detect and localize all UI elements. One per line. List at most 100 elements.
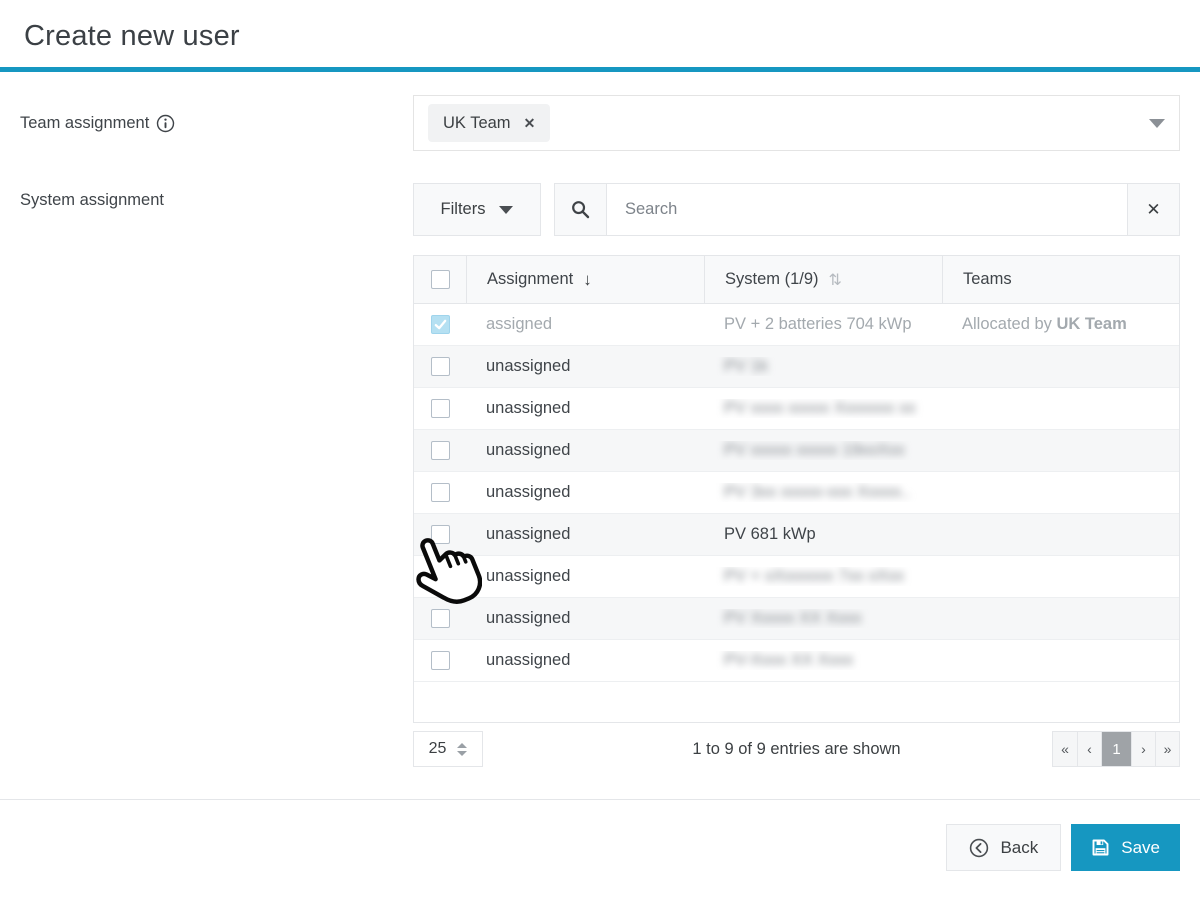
row-checkbox[interactable] xyxy=(431,315,450,334)
sort-both-icon: ⇅ xyxy=(829,270,842,290)
team-assignment-label: Team assignment xyxy=(0,114,413,133)
header-checkbox-cell xyxy=(414,256,466,303)
footer: Back Save xyxy=(0,800,1200,871)
assignment-cell: unassigned xyxy=(466,399,704,418)
team-chip: UK Team ✕ xyxy=(428,104,550,142)
caret-down-icon xyxy=(499,206,513,214)
back-button[interactable]: Back xyxy=(946,824,1061,871)
chip-remove-icon[interactable]: ✕ xyxy=(524,115,536,132)
table-header: Assignment ↓ System (1/9) ⇅ Teams xyxy=(414,256,1179,304)
table-body: assigned PV + 2 batteries 704 kWp Alloca… xyxy=(414,304,1179,682)
system-cell: PV 1k xyxy=(704,357,942,376)
table-row[interactable]: unassigned PV-Xxxx XX Xxxx xyxy=(414,640,1179,682)
system-cell: PV xxxxx xxxxx 19xxXxx xyxy=(704,441,942,460)
assignment-cell: unassigned xyxy=(466,357,704,376)
system-cell: PV 681 kWp xyxy=(704,525,942,544)
system-text: PV 1k xyxy=(724,357,768,375)
page-title: Create new user xyxy=(24,20,1176,53)
table-row[interactable]: unassigned PV xxxx xxxxx Xxxxxxx xx xyxy=(414,388,1179,430)
filters-button[interactable]: Filters xyxy=(413,183,541,236)
system-cell: PV Xxxxx XX Xxxx xyxy=(704,609,942,628)
table-row[interactable]: unassigned PV xxxxx xxxxx 19xxXxx xyxy=(414,430,1179,472)
table-toolbar: Filters ✕ xyxy=(413,183,1180,236)
system-text: PV Xxxxx XX Xxxx xyxy=(724,609,862,627)
next-page-button[interactable]: › xyxy=(1131,732,1155,766)
info-icon[interactable] xyxy=(156,114,175,133)
search-bar: ✕ xyxy=(554,183,1180,236)
pagination-bar: 25 1 to 9 of 9 entries are shown «‹1›» xyxy=(413,731,1180,767)
row-checkbox-cell xyxy=(414,399,466,418)
system-cell: PV xxxx xxxxx Xxxxxxx xx xyxy=(704,399,942,418)
row-checkbox[interactable] xyxy=(431,483,450,502)
system-text: PV + xXxxxxxx 7xx xXxx xyxy=(724,567,904,585)
system-text: PV 681 kWp xyxy=(724,525,816,543)
stepper-arrows-icon xyxy=(457,743,467,756)
row-checkbox[interactable] xyxy=(431,567,450,586)
assignment-cell: unassigned xyxy=(466,483,704,502)
assignment-cell: unassigned xyxy=(466,651,704,670)
teams-cell: Allocated by UK Team xyxy=(942,315,1179,334)
clear-search-icon[interactable]: ✕ xyxy=(1127,184,1179,235)
table-row[interactable]: unassigned PV Xxxxx XX Xxxx xyxy=(414,598,1179,640)
save-button[interactable]: Save xyxy=(1071,824,1180,871)
row-checkbox[interactable] xyxy=(431,441,450,460)
column-header-teams[interactable]: Teams xyxy=(942,256,1179,303)
system-assignment-label: System assignment xyxy=(0,183,413,767)
team-chip-label: UK Team xyxy=(443,114,511,133)
row-checkbox-cell xyxy=(414,483,466,502)
system-text: PV 3xx xxxxx-xxx Xxxxx.. xyxy=(724,483,910,501)
table-row[interactable]: unassigned PV + xXxxxxxx 7xx xXxx xyxy=(414,556,1179,598)
pagination-buttons: «‹1›» xyxy=(1052,731,1180,767)
assignment-cell: unassigned xyxy=(466,525,704,544)
system-cell: PV + xXxxxxxx 7xx xXxx xyxy=(704,567,942,586)
row-checkbox-cell xyxy=(414,567,466,586)
system-cell: PV-Xxxx XX Xxxx xyxy=(704,651,942,670)
create-user-form: Team assignment UK Team ✕ System assignm… xyxy=(0,72,1200,767)
column-header-assignment[interactable]: Assignment ↓ xyxy=(466,256,704,303)
last-page-button[interactable]: » xyxy=(1155,732,1179,766)
assignment-cell: unassigned xyxy=(466,441,704,460)
system-cell: PV 3xx xxxxx-xxx Xxxxx.. xyxy=(704,483,942,502)
page-size-select[interactable]: 25 xyxy=(413,731,483,767)
row-checkbox-cell xyxy=(414,357,466,376)
row-checkbox[interactable] xyxy=(431,609,450,628)
team-assignment-row: Team assignment UK Team ✕ xyxy=(0,95,1200,151)
page-header: Create new user xyxy=(0,0,1200,67)
systems-table: Assignment ↓ System (1/9) ⇅ Teams assign… xyxy=(413,255,1180,723)
table-row[interactable]: unassigned PV 681 kWp xyxy=(414,514,1179,556)
first-page-button[interactable]: « xyxy=(1053,732,1077,766)
row-checkbox[interactable] xyxy=(431,399,450,418)
chevron-down-icon[interactable] xyxy=(1149,119,1165,128)
system-text: PV + 2 batteries 704 kWp xyxy=(724,315,912,333)
row-checkbox[interactable] xyxy=(431,651,450,670)
sort-desc-icon: ↓ xyxy=(583,270,592,290)
team-select[interactable]: UK Team ✕ xyxy=(413,95,1180,151)
system-text: PV-Xxxx XX Xxxx xyxy=(724,651,853,669)
row-checkbox-cell xyxy=(414,315,466,334)
table-empty-space xyxy=(414,682,1179,722)
system-text: PV xxxx xxxxx Xxxxxxx xx xyxy=(724,399,916,417)
assignment-cell: unassigned xyxy=(466,609,704,628)
assignment-cell: unassigned xyxy=(466,567,704,586)
page-1-button[interactable]: 1 xyxy=(1101,732,1131,766)
search-input[interactable] xyxy=(607,184,1127,235)
row-checkbox-cell xyxy=(414,609,466,628)
column-header-system[interactable]: System (1/9) ⇅ xyxy=(704,256,942,303)
row-checkbox-cell xyxy=(414,441,466,460)
table-row[interactable]: unassigned PV 3xx xxxxx-xxx Xxxxx.. xyxy=(414,472,1179,514)
system-assignment-row: System assignment Filters ✕ xyxy=(0,183,1200,767)
save-disk-icon xyxy=(1091,838,1110,857)
system-text: PV xxxxx xxxxx 19xxXxx xyxy=(724,441,905,459)
search-icon xyxy=(555,184,607,235)
prev-page-button[interactable]: ‹ xyxy=(1077,732,1101,766)
back-circle-icon xyxy=(969,838,989,858)
row-checkbox-cell xyxy=(414,651,466,670)
assignment-cell: assigned xyxy=(466,315,704,334)
row-checkbox[interactable] xyxy=(431,525,450,544)
table-row[interactable]: unassigned PV 1k xyxy=(414,346,1179,388)
row-checkbox[interactable] xyxy=(431,357,450,376)
system-cell: PV + 2 batteries 704 kWp xyxy=(704,315,942,334)
table-row[interactable]: assigned PV + 2 batteries 704 kWp Alloca… xyxy=(414,304,1179,346)
row-checkbox-cell xyxy=(414,525,466,544)
select-all-checkbox[interactable] xyxy=(431,270,450,289)
